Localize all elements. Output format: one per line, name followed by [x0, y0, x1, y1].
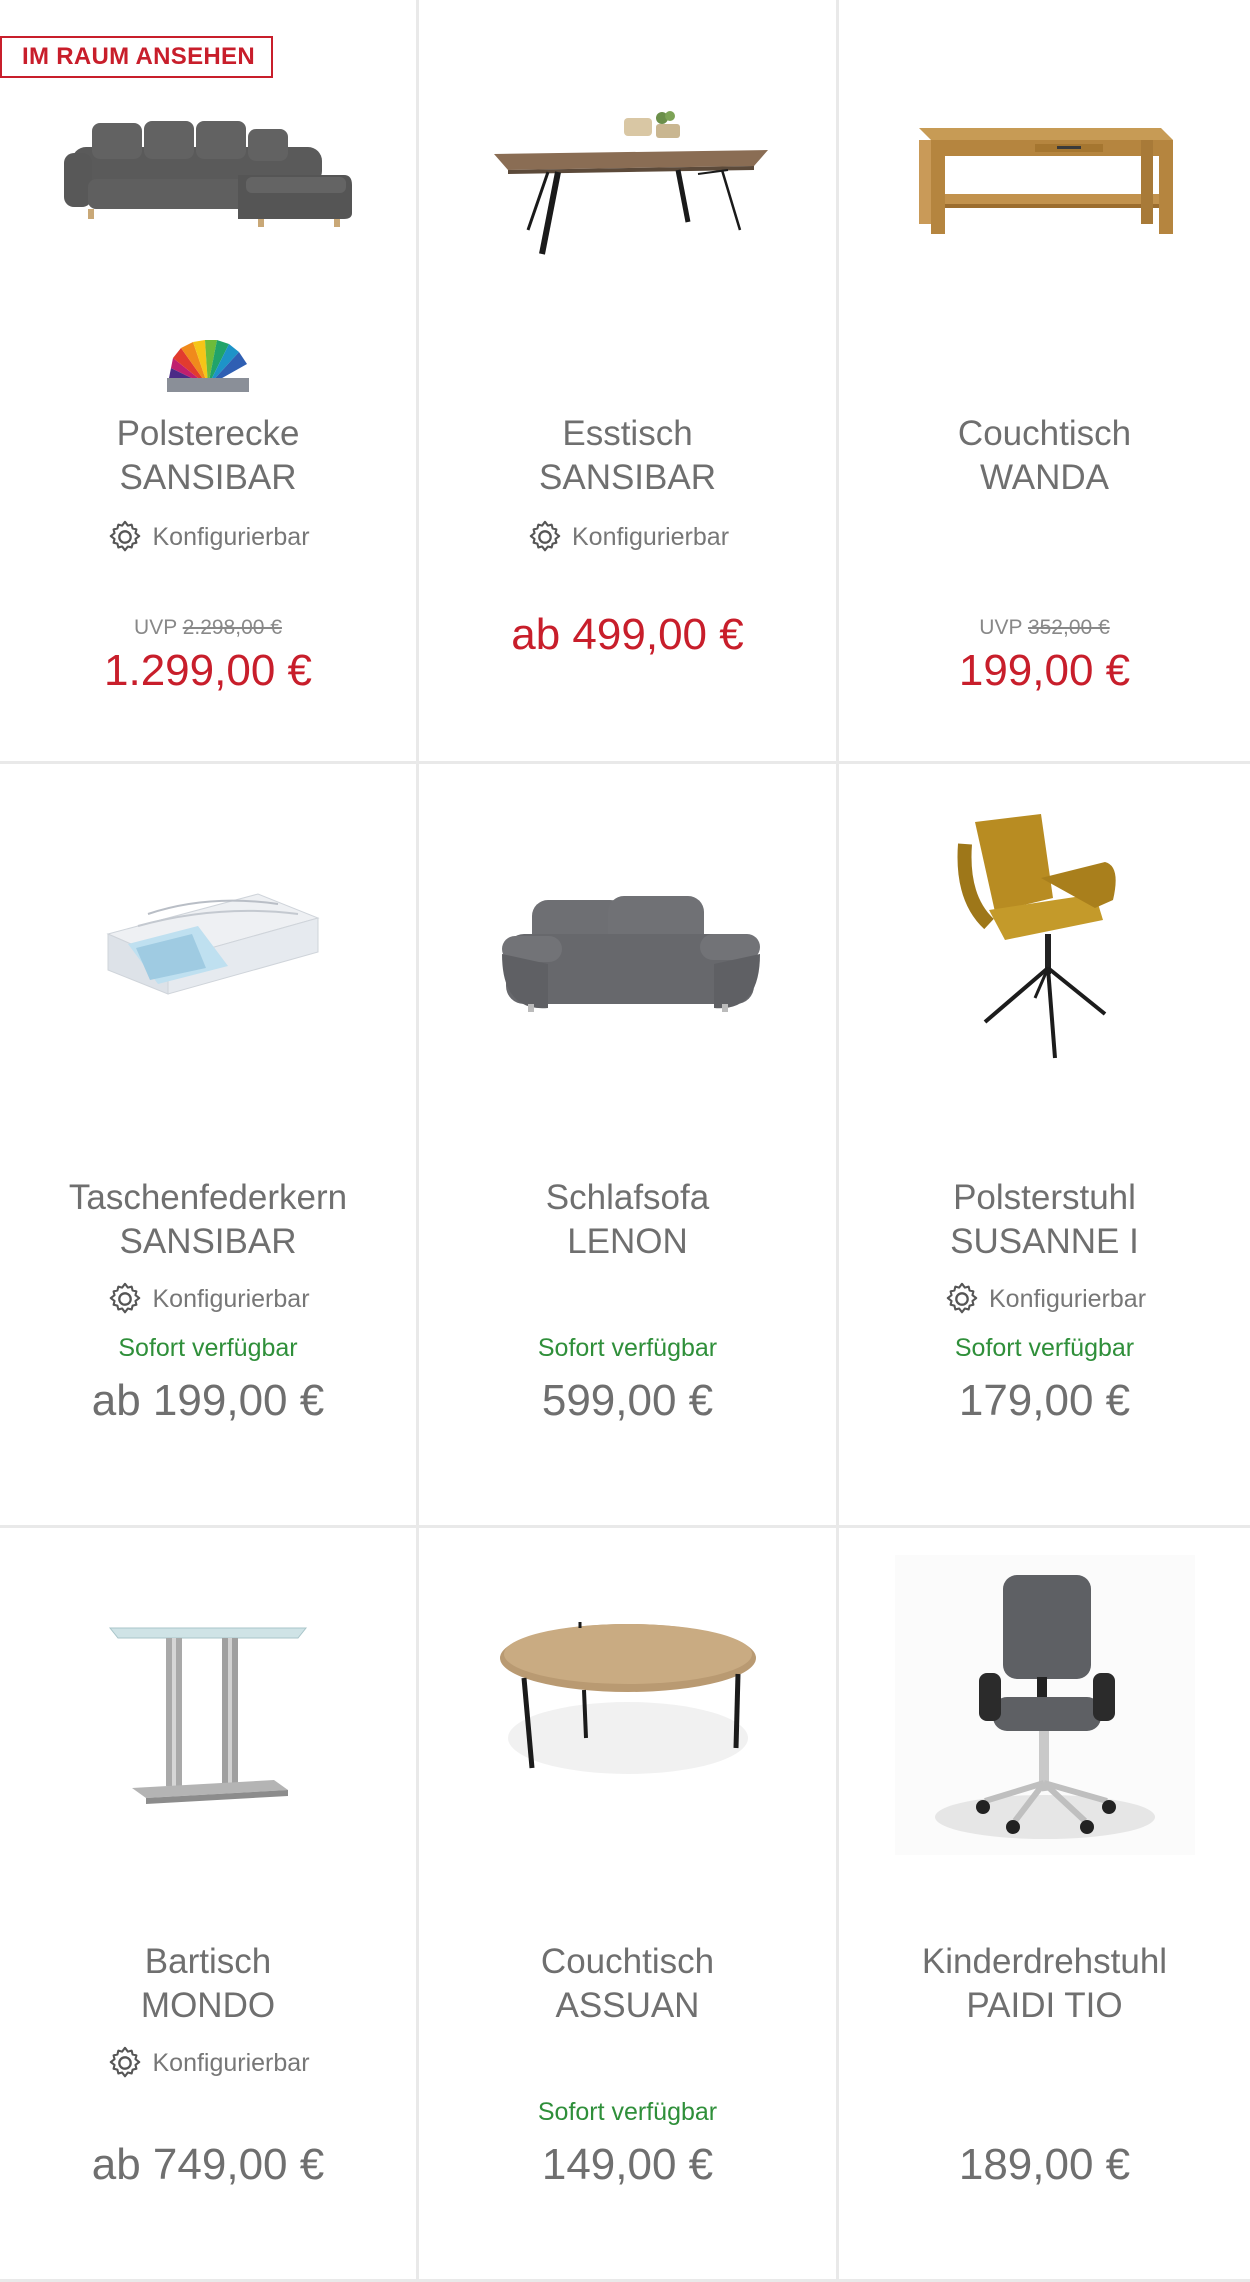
sale-price: 199,00 €: [958, 646, 1131, 695]
product-card-schlafsofa-lenon[interactable]: Schlafsofa LENON Sofort verfügbar 599,00…: [419, 764, 839, 1528]
uvp-price: UVP 352,00 €: [839, 616, 1250, 640]
product-title[interactable]: Esstisch SANSIBAR: [419, 412, 836, 500]
gear-icon: [110, 1282, 141, 1314]
product-category: Polsterstuhl: [953, 1178, 1136, 1217]
product-grid: IM RAUM ANSEHEN Polsterecke SANSIBAR Kon…: [0, 0, 1250, 2282]
product-card-kinderdrehstuhl-paidi-tio[interactable]: Kinderdrehstuhl PAIDI TIO 189,00 €: [839, 1528, 1250, 2282]
product-card-taschenfederkern-sansibar[interactable]: Taschenfederkern SANSIBAR Konfigurierbar…: [0, 764, 419, 1528]
availability-status: Sofort verfügbar: [537, 2098, 718, 2126]
uvp-price: UVP 2.298,00 €: [0, 616, 416, 640]
product-image[interactable]: [419, 1578, 836, 1838]
uvp-label: UVP: [979, 616, 1023, 639]
sale-price: ab 749,00 €: [91, 2140, 325, 2189]
product-image[interactable]: [839, 40, 1250, 300]
product-category: Schlafsofa: [545, 1178, 710, 1217]
product-image[interactable]: [0, 40, 416, 300]
product-model: ASSUAN: [555, 1986, 700, 2025]
product-card-polsterstuhl-susanne[interactable]: Polsterstuhl SUSANNE I Konfigurierbar So…: [839, 764, 1250, 1528]
product-card-couchtisch-assuan[interactable]: Couchtisch ASSUAN Sofort verfügbar 149,0…: [419, 1528, 839, 2282]
product-image[interactable]: [839, 808, 1250, 1068]
product-model: SANSIBAR: [539, 458, 716, 497]
color-fan-icon: [0, 338, 416, 394]
sale-price: 179,00 €: [958, 1376, 1131, 1425]
product-image[interactable]: [419, 824, 836, 1084]
uvp-value: 352,00 €: [1027, 616, 1110, 639]
product-title[interactable]: Polsterecke SANSIBAR: [0, 412, 416, 500]
product-card-couchtisch-wanda[interactable]: Couchtisch WANDA UVP 352,00 € 199,00 €: [839, 0, 1250, 764]
product-category: Polsterecke: [116, 414, 300, 453]
product-category: Kinderdrehstuhl: [921, 1942, 1168, 1981]
product-card-bartisch-mondo[interactable]: Bartisch MONDO Konfigurierbar ab 749,00 …: [0, 1528, 419, 2282]
uvp-value: 2.298,00 €: [182, 616, 282, 639]
sale-price: ab 199,00 €: [91, 1376, 325, 1425]
product-image[interactable]: [0, 1578, 416, 1838]
sale-price: 149,00 €: [541, 2140, 714, 2189]
product-category: Couchtisch: [957, 414, 1132, 453]
product-model: WANDA: [980, 458, 1109, 497]
product-title[interactable]: Taschenfederkern SANSIBAR: [0, 1176, 416, 1264]
configurable-label: Konfigurierbar: [419, 518, 836, 556]
configurable-label: Konfigurierbar: [839, 1280, 1250, 1318]
availability-status: Sofort verfügbar: [537, 1334, 718, 1362]
product-model: PAIDI TIO: [966, 1986, 1123, 2025]
product-category: Bartisch: [144, 1942, 272, 1981]
gear-icon: [529, 520, 561, 552]
configurable-text: Konfigurierbar: [571, 522, 730, 551]
product-card-polsterecke-sansibar[interactable]: IM RAUM ANSEHEN Polsterecke SANSIBAR Kon…: [0, 0, 419, 764]
availability-status: Sofort verfügbar: [954, 1334, 1135, 1362]
product-title[interactable]: Kinderdrehstuhl PAIDI TIO: [839, 1940, 1250, 2028]
product-image[interactable]: [0, 824, 416, 1084]
product-title[interactable]: Polsterstuhl SUSANNE I: [839, 1176, 1250, 1264]
product-card-esstisch-sansibar[interactable]: Esstisch SANSIBAR Konfigurierbar ab 499,…: [419, 0, 839, 764]
product-image[interactable]: [839, 1550, 1250, 1860]
availability-status: Sofort verfügbar: [118, 1334, 298, 1362]
product-category: Couchtisch: [540, 1942, 715, 1981]
configurable-text: Konfigurierbar: [152, 522, 310, 551]
gear-icon: [946, 1282, 978, 1314]
configurable-label: Konfigurierbar: [0, 2044, 416, 2082]
product-model: MONDO: [140, 1986, 276, 2025]
gear-icon: [110, 2046, 141, 2078]
configurable-text: Konfigurierbar: [152, 1284, 310, 1313]
configurable-text: Konfigurierbar: [988, 1284, 1147, 1313]
product-title[interactable]: Couchtisch WANDA: [839, 412, 1250, 500]
configurable-label: Konfigurierbar: [0, 1280, 416, 1318]
sale-price: 599,00 €: [541, 1376, 714, 1425]
sale-price: 1.299,00 €: [104, 646, 312, 695]
product-model: SUSANNE I: [950, 1222, 1139, 1261]
product-title[interactable]: Couchtisch ASSUAN: [419, 1940, 836, 2028]
product-model: SANSIBAR: [119, 1222, 297, 1261]
product-category: Taschenfederkern: [68, 1178, 348, 1217]
product-title[interactable]: Schlafsofa LENON: [419, 1176, 836, 1264]
sale-price: 189,00 €: [958, 2140, 1131, 2189]
product-category: Esstisch: [562, 414, 693, 453]
product-model: LENON: [567, 1222, 688, 1261]
product-title[interactable]: Bartisch MONDO: [0, 1940, 416, 2028]
configurable-text: Konfigurierbar: [152, 2048, 310, 2077]
product-model: SANSIBAR: [119, 458, 297, 497]
uvp-label: UVP: [134, 616, 177, 639]
configurable-label: Konfigurierbar: [0, 518, 416, 556]
product-image[interactable]: [419, 40, 836, 300]
view-in-room-badge[interactable]: IM RAUM ANSEHEN: [0, 36, 273, 78]
sale-price: ab 499,00 €: [511, 610, 744, 659]
gear-icon: [110, 520, 141, 552]
